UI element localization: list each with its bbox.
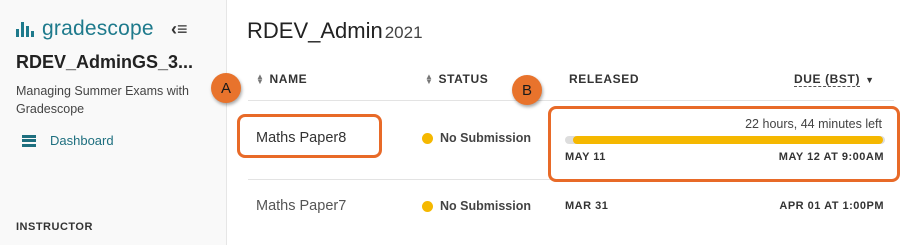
sidebar-item-label: Dashboard — [50, 133, 114, 148]
column-header-label: STATUS — [438, 72, 489, 86]
status-badge: No Submission — [422, 199, 531, 213]
sort-descending-icon: ▼ — [865, 74, 875, 85]
column-header-label: DUE (BST) — [794, 72, 861, 87]
sort-icon: ▲ ▼ — [425, 72, 434, 86]
callout-box-a — [237, 114, 382, 158]
column-header-label: NAME — [269, 72, 308, 86]
logo-text: gradescope — [42, 17, 154, 40]
sidebar: gradescope ‹≡ RDEV_AdminGS_3... Managing… — [0, 0, 227, 245]
status-dot-icon — [422, 132, 433, 144]
dashboard-icon — [22, 134, 36, 147]
due-date: APR 01 AT 1:00PM — [779, 200, 884, 212]
page-title-suffix: 2021 — [384, 23, 423, 42]
collapse-sidebar-icon[interactable]: ‹≡ — [171, 18, 188, 40]
sort-icon: ▲ ▼ — [256, 72, 265, 86]
column-header-status[interactable]: ▲ ▼ STATUS — [425, 72, 488, 86]
status-dot-icon — [422, 200, 433, 212]
sidebar-item-dashboard[interactable]: Dashboard — [22, 133, 114, 148]
course-name: RDEV_AdminGS_3... — [16, 52, 194, 72]
gradescope-logo[interactable]: gradescope — [16, 17, 154, 41]
status-text: No Submission — [440, 131, 531, 145]
gradescope-logo-icon — [16, 21, 34, 37]
page-title: RDEV_Admin 2021 — [247, 18, 423, 44]
column-header-due[interactable]: DUE (BST) ▼ — [794, 72, 875, 87]
column-header-released[interactable]: RELEASED — [569, 72, 639, 86]
release-date: MAR 31 — [565, 200, 609, 212]
callout-badge-b: B — [512, 75, 542, 105]
status-badge: No Submission — [422, 131, 531, 145]
course-description: Managing Summer Exams with Gradescope — [16, 84, 189, 116]
page-title-main: RDEV_Admin — [247, 18, 383, 43]
callout-badge-a: A — [211, 73, 241, 103]
column-header-label: RELEASED — [569, 72, 640, 86]
header-divider — [248, 100, 894, 101]
status-text: No Submission — [440, 199, 531, 213]
section-label-instructor: INSTRUCTOR — [16, 221, 93, 233]
assignment-link[interactable]: Maths Paper7 — [256, 198, 346, 214]
column-header-name[interactable]: ▲ ▼ NAME — [256, 72, 307, 86]
callout-box-b — [548, 106, 900, 182]
